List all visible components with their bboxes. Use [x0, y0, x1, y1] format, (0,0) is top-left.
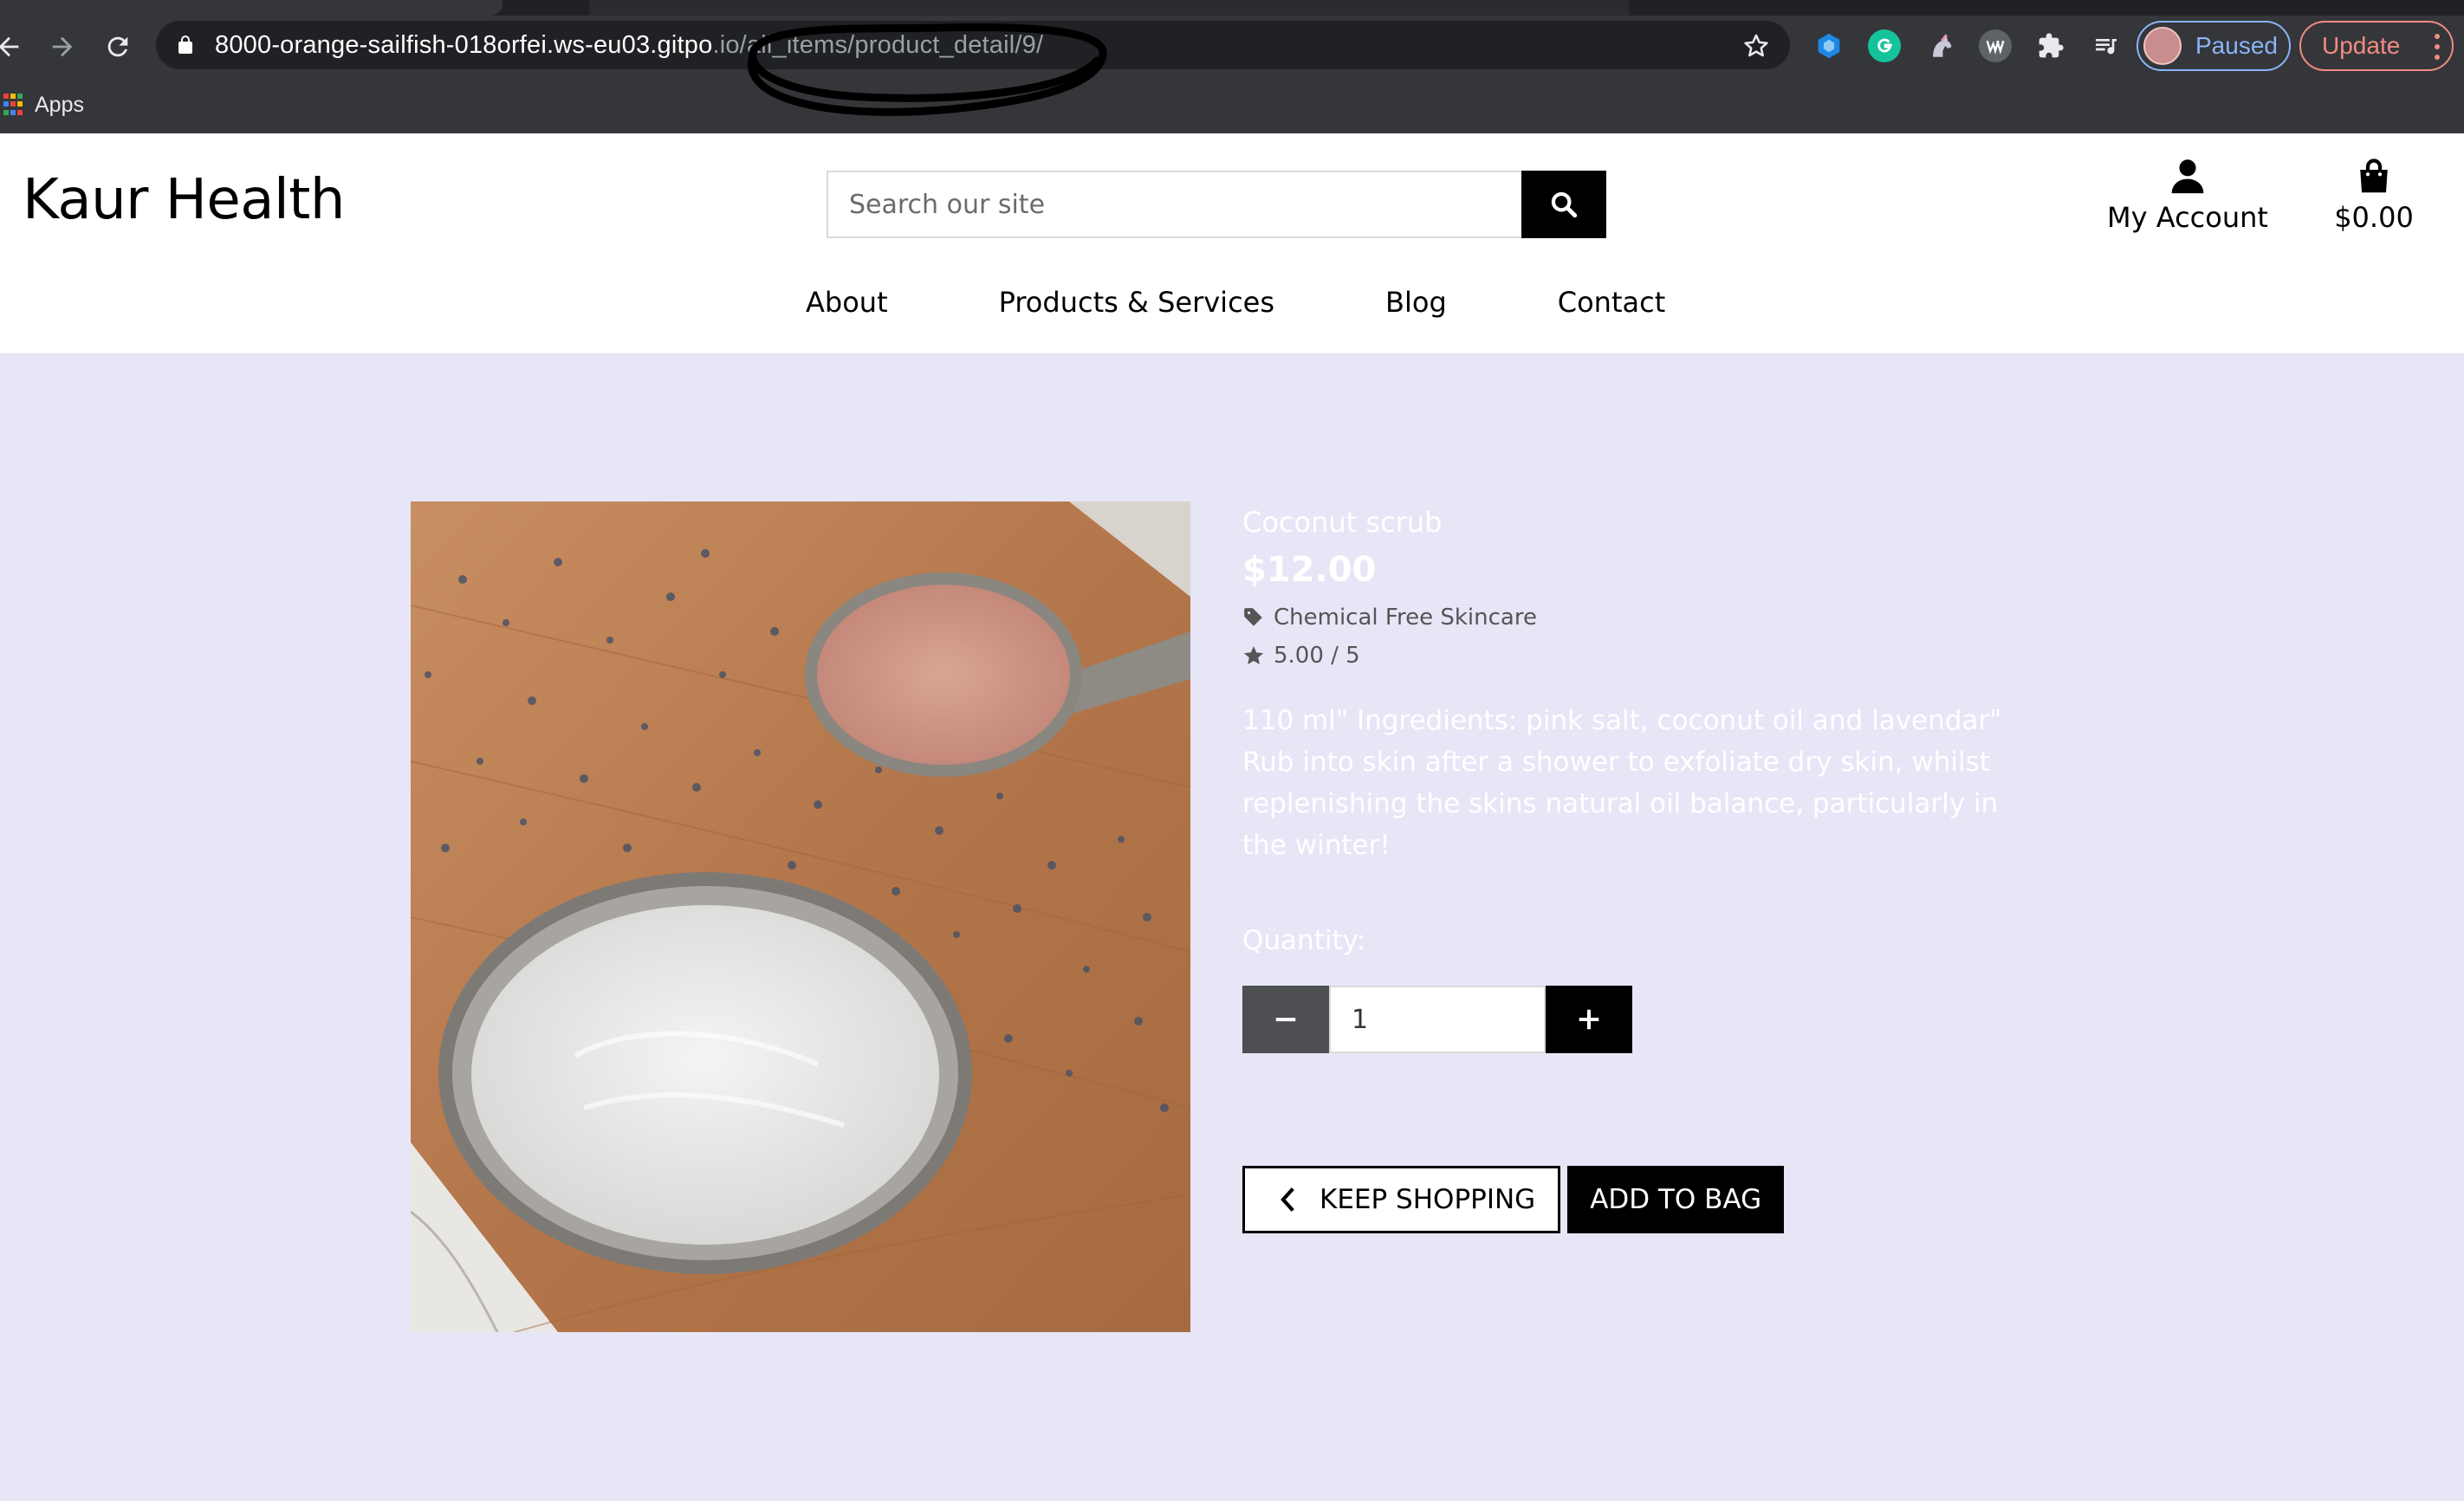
product-category[interactable]: Chemical Free Skincare [1242, 605, 2022, 631]
inactive-tab[interactable] [589, 0, 1629, 16]
nav-contact[interactable]: Contact [1558, 286, 1666, 319]
kebab-menu-icon[interactable] [2433, 31, 2441, 62]
apps-grid-icon[interactable] [3, 94, 23, 116]
product-category-label: Chemical Free Skincare [1274, 605, 1537, 631]
profile-status: Paused [2195, 32, 2278, 59]
add-to-bag-button[interactable]: ADD TO BAG [1567, 1166, 1785, 1233]
chevron-left-icon [1281, 1187, 1294, 1212]
grammarly-icon[interactable] [1868, 29, 1901, 62]
decrement-button[interactable] [1242, 986, 1329, 1053]
url-path: .io/all_items/product_detail/9/ [712, 31, 1044, 59]
apps-bookmark[interactable]: Apps [35, 93, 84, 118]
tab-strip [0, 0, 2464, 16]
unicorn-extension-icon[interactable] [1925, 29, 1958, 62]
search-input[interactable] [827, 171, 1521, 238]
my-account-label: My Account [2107, 201, 2268, 234]
update-button[interactable]: Update [2299, 21, 2454, 71]
lock-icon[interactable] [175, 35, 196, 55]
back-icon[interactable] [0, 26, 29, 68]
extensions-puzzle-icon[interactable] [2034, 29, 2067, 62]
reload-icon[interactable] [97, 26, 139, 68]
search-icon [1551, 191, 1578, 218]
media-queue-icon[interactable] [2090, 29, 2123, 62]
product-rating-value: 5.00 / 5 [1274, 643, 1360, 669]
minus-icon [1275, 1018, 1296, 1022]
product-name: Coconut scrub [1242, 506, 1443, 539]
product-price: $12.00 [1242, 550, 1377, 590]
search-button[interactable] [1521, 171, 1606, 238]
update-label: Update [2322, 32, 2401, 59]
site-header: Kaur Health My Account $0.00 About Produ… [0, 133, 2464, 355]
search-form [827, 171, 1606, 238]
bag-total: $0.00 [2334, 201, 2414, 234]
bookmark-star-icon[interactable] [1741, 31, 1771, 61]
keep-shopping-button[interactable]: KEEP SHOPPING [1242, 1166, 1561, 1233]
forward-icon[interactable] [42, 26, 83, 68]
avatar [2143, 27, 2182, 65]
product-details: Coconut scrub $12.00 Chemical Free Skinc… [1242, 502, 2022, 1233]
keep-shopping-label: KEEP SHOPPING [1320, 1184, 1536, 1215]
user-icon [2171, 159, 2204, 194]
quantity-label: Quantity: [1242, 925, 1366, 956]
url-text[interactable]: 8000-orange-sailfish-018orfei.ws-eu03.gi… [215, 31, 1043, 60]
main-navigation: About Products & Services Blog Contact [806, 286, 1776, 319]
profile-button[interactable]: Paused [2137, 21, 2291, 71]
url-host: 8000-orange-sailfish-018orfei.ws-eu03.gi… [215, 31, 713, 59]
increment-button[interactable] [1546, 986, 1632, 1053]
tag-icon [1244, 608, 1262, 626]
w-extension-icon[interactable] [1979, 29, 2012, 62]
my-account-link[interactable]: My Account [2097, 156, 2279, 251]
nav-blog[interactable]: Blog [1385, 286, 1447, 319]
shopping-bag-link[interactable]: $0.00 [2322, 156, 2426, 251]
star-icon [1243, 646, 1264, 664]
plus-icon [1579, 1009, 1599, 1030]
browser-chrome: 8000-orange-sailfish-018orfei.ws-eu03.gi… [0, 0, 2464, 133]
site-logo[interactable]: Kaur Health [23, 168, 345, 232]
quantity-stepper [1242, 986, 2022, 1053]
shopping-bag-icon [2360, 159, 2388, 193]
quantity-input[interactable] [1329, 986, 1546, 1053]
product-image[interactable] [411, 501, 1190, 1332]
nav-about[interactable]: About [806, 286, 888, 319]
product-description: 110 ml" Ingredients: pink salt, coconut … [1242, 705, 2002, 861]
address-bar[interactable]: 8000-orange-sailfish-018orfei.ws-eu03.gi… [156, 21, 1790, 69]
product-actions: KEEP SHOPPING ADD TO BAG [1242, 1166, 2022, 1233]
nav-products-services[interactable]: Products & Services [999, 286, 1274, 319]
bookmarks-bar: Apps [0, 83, 84, 126]
product-rating: 5.00 / 5 [1242, 643, 2022, 669]
active-tab[interactable] [0, 0, 503, 16]
hexagon-extension-icon[interactable] [1812, 29, 1845, 62]
